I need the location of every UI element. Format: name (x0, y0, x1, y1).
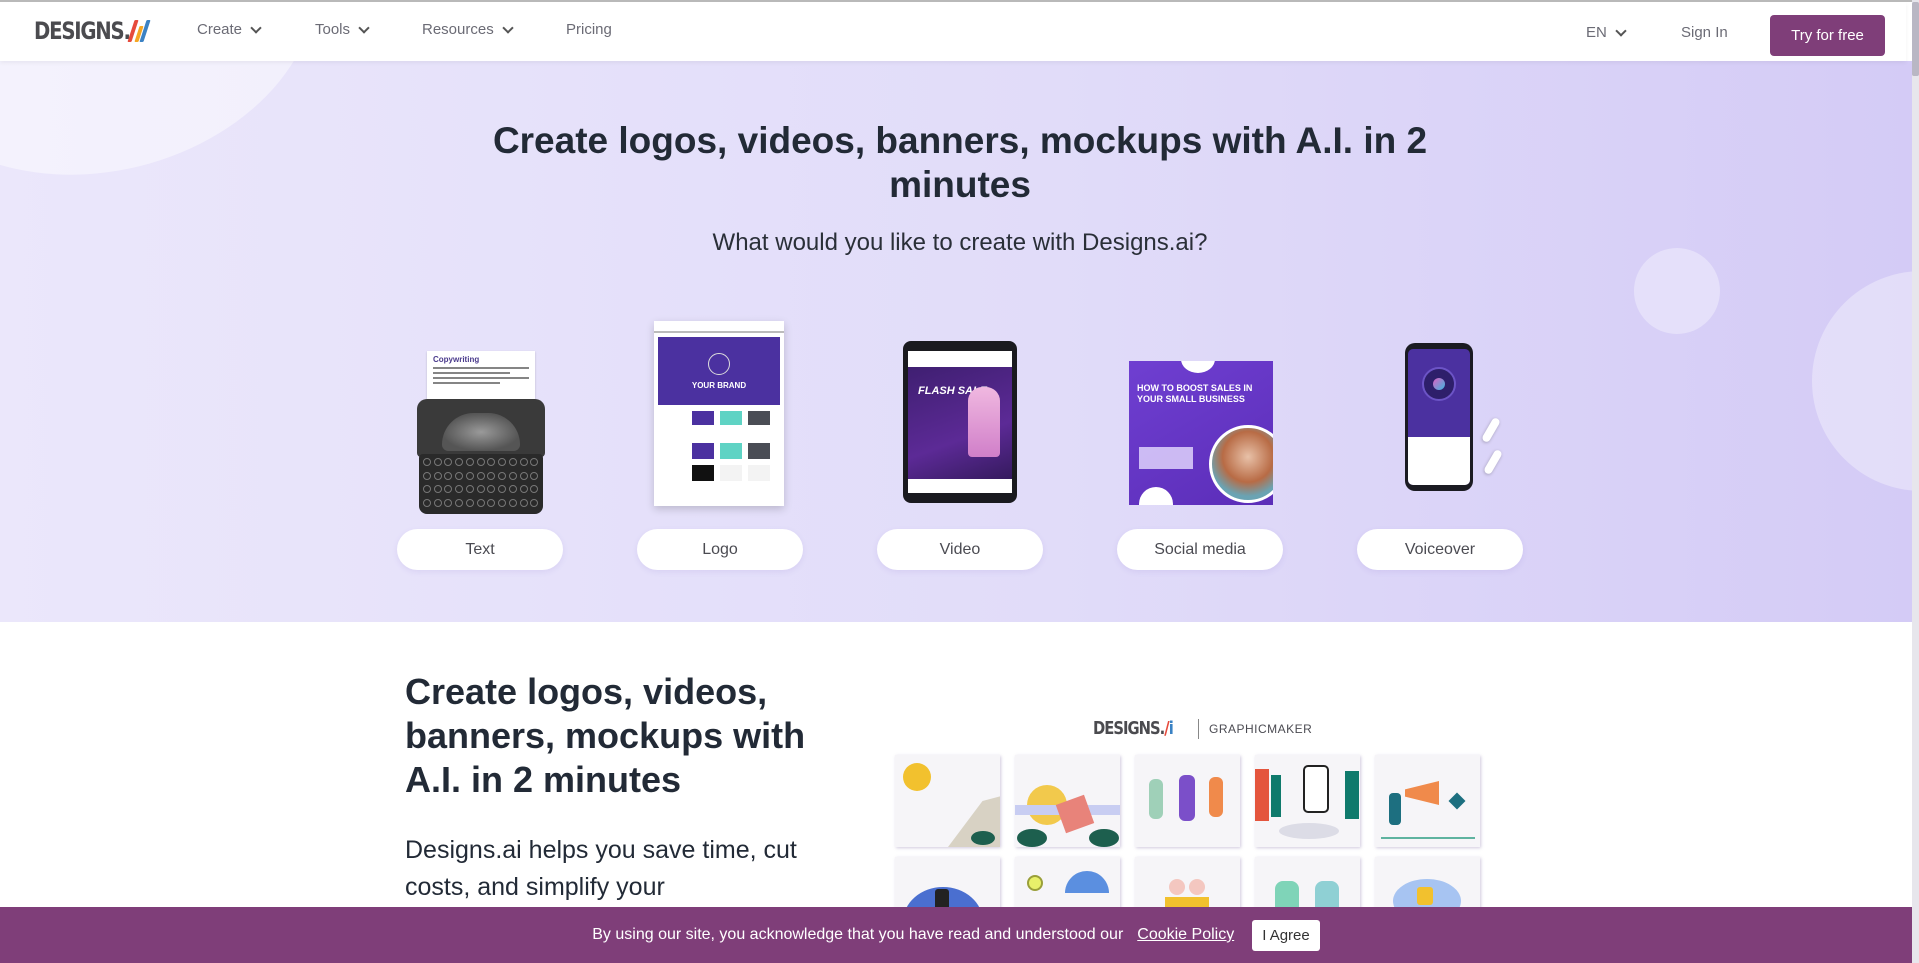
try-for-free-button[interactable]: Try for free (1770, 15, 1885, 56)
nav-tools[interactable]: Tools (315, 21, 370, 38)
brand-doc-image: YOUR BRAND (637, 321, 803, 517)
navbar: DESIGNS. Create Tools Resources Pricing … (0, 2, 1906, 61)
decorative-circle (1634, 248, 1720, 334)
designs-ai-logo[interactable]: DESIGNS. (34, 17, 151, 45)
window-top-border (0, 0, 1919, 2)
nav-resources-label: Resources (422, 21, 494, 38)
speaker-photo (1209, 425, 1273, 503)
voiceover-button[interactable]: Voiceover (1357, 529, 1523, 570)
microphone-icon (1422, 367, 1456, 401)
illustration-mountain-climbers[interactable] (895, 755, 1000, 847)
graphicmaker-logo: DESIGNS./i (1093, 718, 1174, 739)
graphicmaker-header: DESIGNS./i GRAPHICMAKER (1093, 718, 1312, 739)
create-card-voiceover[interactable]: Voiceover (1357, 321, 1523, 570)
language-selector[interactable]: EN (1586, 24, 1627, 41)
phone-image (1357, 321, 1523, 517)
vr-person-figure (968, 387, 1000, 457)
typewriter-keys (419, 454, 543, 514)
text-button[interactable]: Text (397, 529, 563, 570)
page-scrollbar[interactable] (1912, 0, 1919, 963)
feature-title: Create logos, videos, banners, mockups w… (405, 671, 806, 800)
create-card-logo[interactable]: YOUR BRAND Logo (637, 321, 803, 570)
paper-title: Copywriting (433, 355, 480, 364)
nav-create[interactable]: Create (197, 21, 262, 38)
nav-tools-label: Tools (315, 21, 351, 38)
nav-pricing-label: Pricing (566, 21, 612, 38)
social-post-caption: HOW TO BOOST SALES IN YOUR SMALL BUSINES… (1137, 383, 1253, 404)
divider (1198, 718, 1199, 739)
cookie-policy-link[interactable]: Cookie Policy (1137, 926, 1234, 944)
logo-wordmark: DESIGNS. (34, 17, 131, 45)
graphicmaker-label: GRAPHICMAKER (1209, 721, 1313, 736)
video-button[interactable]: Video (877, 529, 1043, 570)
sign-in-link[interactable]: Sign In (1681, 24, 1728, 41)
create-card-video[interactable]: FLASH SALE Video (877, 321, 1043, 570)
decorative-blob (0, 61, 354, 220)
illustration-beach-lounger[interactable] (1015, 755, 1120, 847)
nav-resources[interactable]: Resources (422, 21, 514, 38)
create-card-text[interactable]: Copywriting Text (397, 321, 563, 570)
brand-guideline-doc: YOUR BRAND (654, 321, 784, 506)
language-label: EN (1586, 24, 1607, 41)
i-agree-button[interactable]: I Agree (1252, 919, 1320, 951)
chevron-down-icon (502, 21, 514, 34)
tablet-image: FLASH SALE (877, 321, 1043, 517)
tablet-device: FLASH SALE (903, 341, 1017, 503)
illustration-megaphone-marketing[interactable] (1375, 755, 1480, 847)
feature-description: Designs.ai helps you save time, cut cost… (405, 836, 797, 901)
nav-create-label: Create (197, 21, 243, 38)
illustration-dancing-people[interactable] (1135, 755, 1240, 847)
logo-button[interactable]: Logo (637, 529, 803, 570)
brand-hexagon-icon (708, 352, 730, 375)
chevron-down-icon (358, 21, 370, 34)
cookie-banner: By using our site, you acknowledge that … (0, 907, 1912, 963)
create-card-social-media[interactable]: HOW TO BOOST SALES IN YOUR SMALL BUSINES… (1117, 321, 1283, 570)
social-post-image: HOW TO BOOST SALES IN YOUR SMALL BUSINES… (1117, 321, 1283, 517)
earbud-icon (1481, 416, 1501, 444)
nav-pricing[interactable]: Pricing (566, 21, 612, 38)
copywriting-paper: Copywriting (427, 351, 535, 406)
social-post: HOW TO BOOST SALES IN YOUR SMALL BUSINES… (1129, 361, 1273, 505)
decorative-circle (1812, 271, 1912, 491)
chevron-down-icon (1615, 24, 1627, 37)
illustration-phone-interaction[interactable] (1255, 755, 1360, 847)
chevron-down-icon (250, 21, 262, 34)
hero-title: Create logos, videos, banners, mockups w… (492, 120, 1428, 205)
earbud-icon (1483, 448, 1503, 476)
brand-caption: YOUR BRAND (691, 380, 747, 390)
phone-device (1405, 343, 1473, 491)
logo-ai-mark-icon (127, 20, 151, 42)
hero-subtitle: What would you like to create with Desig… (712, 229, 1208, 256)
cookie-text: By using our site, you acknowledge that … (592, 926, 1124, 943)
social-media-button[interactable]: Social media (1117, 529, 1283, 570)
scrollbar-thumb[interactable] (1912, 2, 1919, 76)
hero-section: Create logos, videos, banners, mockups w… (0, 61, 1912, 622)
typewriter-image: Copywriting (397, 321, 563, 517)
